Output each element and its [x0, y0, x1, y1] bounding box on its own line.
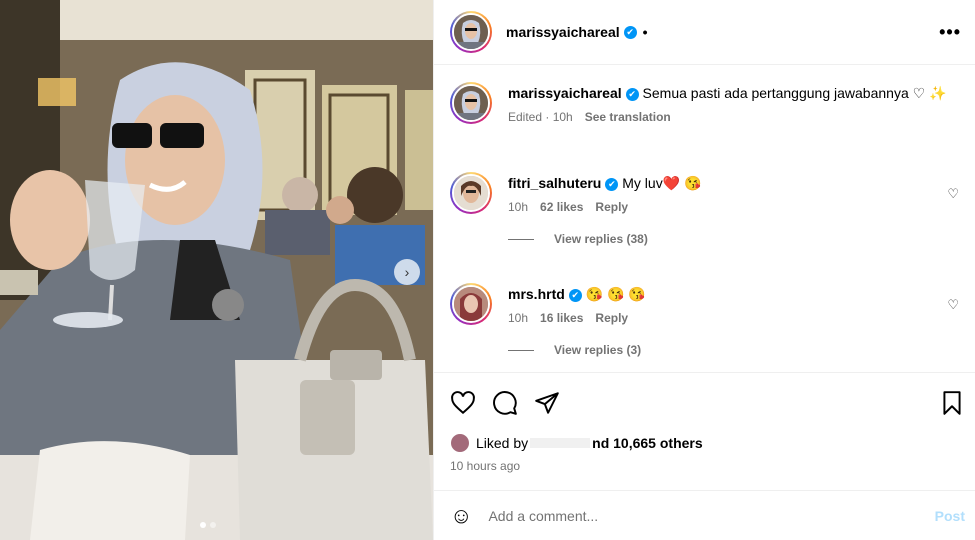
post-details-panel: marissyaichareal ✔ • ••• marissyaicharea… [433, 0, 975, 540]
comment-text: mrs.hrtd ✔ 😘 😘 😘 [508, 283, 959, 305]
reply-button[interactable]: Reply [595, 200, 628, 214]
verified-badge-icon: ✔ [623, 25, 637, 39]
caption-meta: Edited · 10h See translation [508, 110, 959, 124]
caption-avatar[interactable] [450, 82, 492, 124]
comment-item: fitri_salhuteru ✔ My luv❤️ 😘 10h 62 likes… [450, 172, 959, 246]
comment-text: fitri_salhuteru ✔ My luv❤️ 😘 [508, 172, 959, 194]
like-heart-icon[interactable] [450, 390, 476, 416]
see-translation-link[interactable]: See translation [585, 110, 671, 124]
comment-like-heart-icon[interactable]: ♡ [947, 297, 959, 313]
view-replies-button[interactable]: View replies (38) [508, 232, 959, 246]
liker-name-redacted [530, 438, 591, 448]
liker-avatar[interactable] [450, 433, 470, 453]
post-photo[interactable]: › [0, 0, 433, 540]
comments-section[interactable]: marissyaichareal ✔ Semua pasti ada pertan… [434, 66, 975, 372]
replies-divider [508, 238, 534, 240]
share-send-icon[interactable] [534, 390, 560, 416]
comment-body: My luv❤️ 😘 [622, 175, 702, 191]
verified-badge-icon: ✔ [625, 87, 639, 101]
comment-likes[interactable]: 16 likes [540, 311, 583, 325]
comment-time: 10h [508, 311, 529, 325]
view-replies-button[interactable]: View replies (3) [508, 343, 959, 357]
liked-by-row: Liked by nd 10,665 others [450, 433, 959, 453]
comment-likes[interactable]: 62 likes [540, 200, 583, 214]
comment-username[interactable]: fitri_salhuteru [508, 175, 601, 191]
carousel-dot-active [200, 522, 206, 528]
comment-username[interactable]: mrs.hrtd [508, 286, 565, 302]
verified-badge-icon: ✔ [568, 288, 582, 302]
action-icons-row [450, 373, 961, 433]
comment-meta: 10h 62 likes Reply [508, 200, 959, 214]
commenter-avatar[interactable] [450, 283, 492, 325]
comment-body: 😘 😘 😘 [585, 286, 646, 302]
view-replies-label: View replies (3) [554, 343, 642, 357]
caption-text: marissyaichareal ✔ Semua pasti ada pertan… [508, 82, 959, 104]
comment-input[interactable] [488, 507, 935, 524]
header-dot: • [642, 24, 648, 40]
caption-body: Semua pasti ada pertanggung jawabannya ♡… [642, 85, 947, 101]
liked-by-prefix: Liked by [476, 435, 529, 451]
caption: marissyaichareal ✔ Semua pasti ada pertan… [450, 82, 959, 124]
replies-divider [508, 349, 534, 351]
chevron-right-icon: › [404, 264, 410, 280]
post-time-ago: 10 hours ago [450, 459, 521, 473]
caption-username[interactable]: marissyaichareal [508, 85, 622, 101]
comment-time: 10h [508, 200, 529, 214]
post-comment-button[interactable]: Post [935, 508, 965, 524]
emoji-picker-icon[interactable]: ☺ [450, 504, 472, 527]
more-options-icon[interactable]: ••• [939, 22, 961, 43]
comment-item: mrs.hrtd ✔ 😘 😘 😘 10h 16 likes Reply ♡ Vie… [450, 283, 959, 357]
post-header: marissyaichareal ✔ • ••• [434, 0, 975, 65]
author-avatar[interactable] [450, 11, 492, 53]
comment-meta: 10h 16 likes Reply [508, 311, 959, 325]
carousel-dot [210, 522, 216, 528]
caption-edited: Edited · 10h [508, 110, 573, 124]
liked-by-count[interactable]: nd 10,665 others [592, 435, 703, 451]
post-actions: Liked by nd 10,665 others 10 hours ago [434, 372, 975, 490]
view-replies-label: View replies (38) [554, 232, 648, 246]
bookmark-icon[interactable] [939, 390, 965, 416]
photo-illustration [0, 0, 433, 540]
carousel-dots [200, 522, 216, 528]
reply-button[interactable]: Reply [595, 311, 628, 325]
comment-bubble-icon[interactable] [492, 390, 518, 416]
author-username[interactable]: marissyaichareal [506, 24, 620, 40]
commenter-avatar[interactable] [450, 172, 492, 214]
comment-composer: ☺ Post [434, 490, 975, 540]
carousel-next-button[interactable]: › [394, 259, 420, 285]
verified-badge-icon: ✔ [605, 177, 619, 191]
comment-like-heart-icon[interactable]: ♡ [947, 186, 959, 202]
